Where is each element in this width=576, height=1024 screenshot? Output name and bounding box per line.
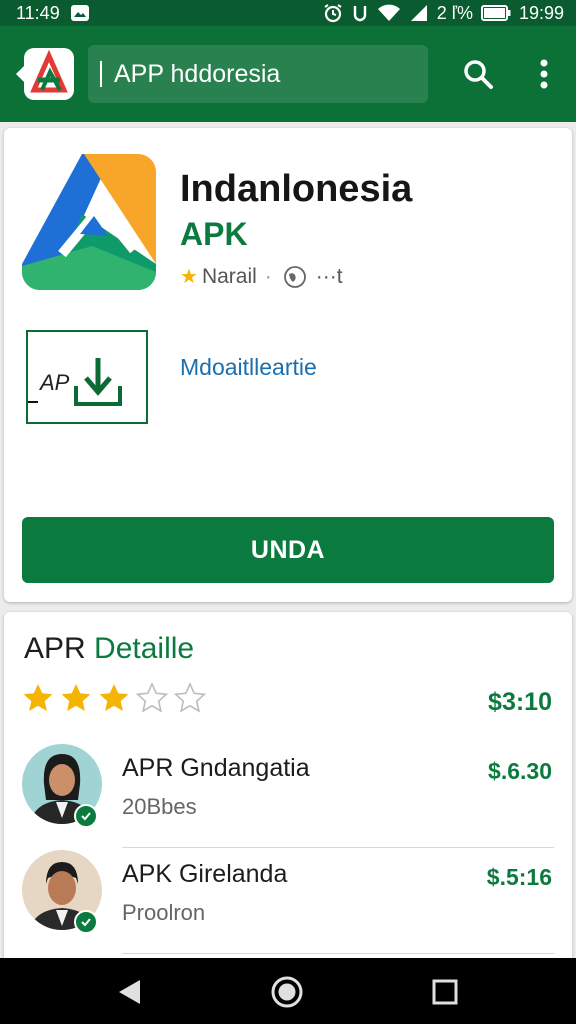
- search-icon: [464, 60, 493, 89]
- app-name: Indanlonesia: [180, 168, 413, 210]
- signal-icon: [409, 3, 429, 23]
- nav-home-button[interactable]: [270, 975, 304, 1009]
- install-button[interactable]: UNDA: [22, 517, 554, 583]
- divider: [122, 953, 554, 954]
- item-price: $.6.30: [488, 758, 552, 784]
- details-title-prefix: APR: [24, 632, 95, 665]
- status-bar: 11:49 2 ľ% 19:99: [0, 0, 576, 26]
- home-circle-icon: [271, 976, 303, 1008]
- download-icon: AP: [28, 358, 122, 406]
- star-icon: ★: [180, 266, 198, 288]
- install-button-label: UNDA: [250, 535, 326, 564]
- app-meta-row: ★ Narail · ···t: [180, 264, 343, 289]
- verified-badge-icon: [74, 804, 98, 828]
- globe-label: ···t: [315, 264, 343, 288]
- download-icon-text: AP: [38, 370, 70, 395]
- verified-badge-icon: [74, 910, 98, 934]
- search-button[interactable]: [458, 54, 498, 94]
- item-title: APK Girelanda: [122, 860, 288, 888]
- app-icon: [22, 154, 156, 290]
- app-card: Indanlonesia APK ★ Narail · ···t AP Mdoa…: [4, 128, 572, 602]
- back-logo-button[interactable]: [14, 44, 76, 104]
- list-item[interactable]: APR Gndangatia 20Bbes $.6.30: [4, 742, 572, 848]
- details-card: APR Detaille $3:10 APR Gndangatia 20Bbes…: [4, 612, 572, 972]
- rating-label: Narail: [201, 264, 257, 288]
- sync-icon: [351, 3, 369, 23]
- wifi-icon: [377, 3, 401, 23]
- photo-notification-icon: [70, 4, 90, 22]
- details-title-suffix: Detaille: [94, 632, 195, 665]
- app-subtitle: APK: [180, 216, 248, 252]
- star-filled-icon: [23, 684, 53, 711]
- recents-square-icon: [432, 979, 458, 1005]
- star-empty-icon: [174, 682, 206, 713]
- status-time: 11:49: [16, 2, 60, 23]
- battery-icon: [480, 4, 511, 22]
- nav-back-button[interactable]: [112, 975, 146, 1009]
- status-clock: 19:99: [518, 2, 564, 23]
- star-filled-icon: [61, 684, 91, 711]
- list-item[interactable]: APK Girelanda Proolron $.5:16: [4, 848, 572, 954]
- app-bar: APP hddoresia: [0, 26, 576, 122]
- item-subtitle: 20Bbes: [122, 794, 197, 819]
- alarm-icon: [323, 3, 343, 23]
- battery-percent: 2 ľ%: [436, 2, 473, 23]
- globe-icon: [283, 265, 306, 288]
- separator-dot: ·: [264, 264, 272, 288]
- item-price: $.5:16: [486, 864, 552, 890]
- download-apk-icon-button[interactable]: AP: [26, 330, 148, 424]
- overflow-menu-button[interactable]: [524, 54, 564, 94]
- item-title: APR Gndangatia: [122, 754, 310, 782]
- download-link[interactable]: Mdoaitlleartie: [180, 354, 317, 381]
- item-subtitle: Proolron: [122, 900, 206, 925]
- star-empty-icon: [136, 682, 168, 713]
- details-title: APR Detaille: [24, 632, 194, 666]
- search-input[interactable]: APP hddoresia: [88, 45, 428, 103]
- text-cursor: [100, 61, 102, 87]
- back-triangle-icon: [119, 980, 140, 1004]
- star-filled-icon: [99, 684, 129, 711]
- details-price: $3:10: [488, 688, 552, 716]
- search-text: APP hddoresia: [114, 59, 281, 88]
- rating-stars: [22, 682, 206, 714]
- system-nav-bar: [0, 958, 576, 1024]
- app-logo-icon: [16, 48, 74, 100]
- more-vert-icon: [540, 59, 548, 89]
- nav-recents-button[interactable]: [428, 975, 462, 1009]
